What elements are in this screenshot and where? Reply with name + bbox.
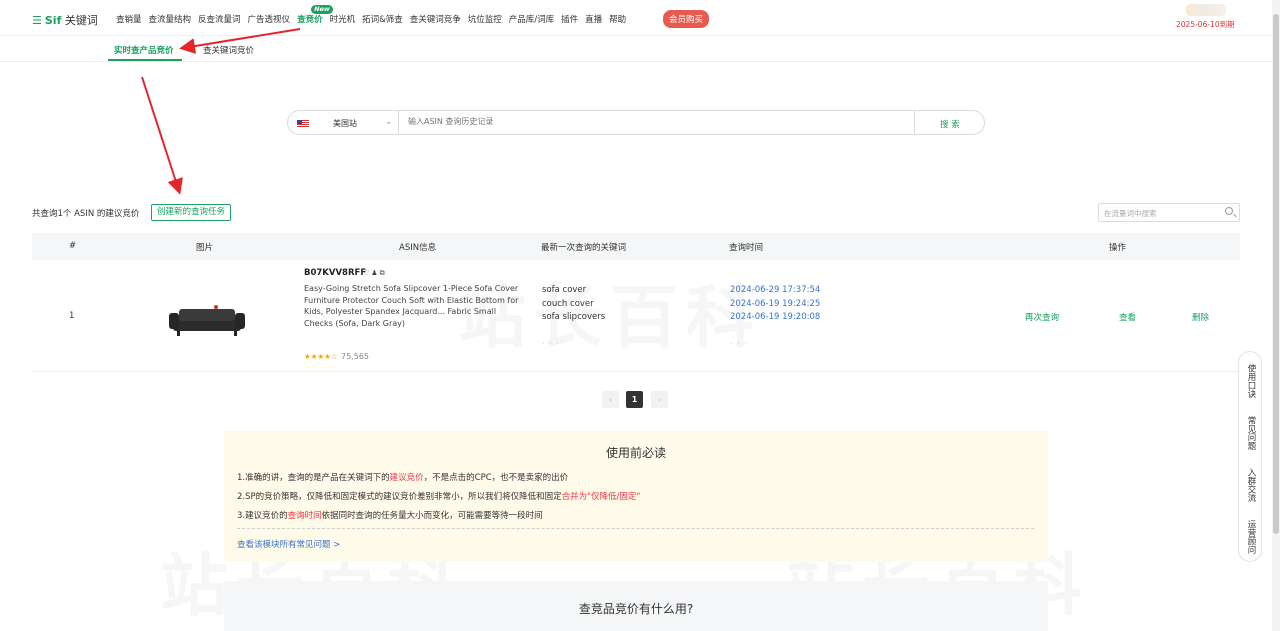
side-item-faq[interactable]: 常见问题 — [1244, 409, 1256, 457]
rating-count: 75,565 — [341, 352, 369, 361]
nav-item[interactable]: 时光机 — [330, 13, 356, 25]
more-indicator: · · · — [542, 339, 560, 348]
active-tab-indicator — [108, 59, 182, 61]
column-header: 图片 — [196, 243, 214, 253]
prev-page-button[interactable]: ‹ — [602, 391, 619, 408]
nav-item[interactable]: 广告透视仪 — [248, 13, 291, 25]
nav-item[interactable]: 反查流量词 — [198, 13, 241, 25]
nav-menu: 查销量 查流量结构 反查流量词 广告透视仪 查竞价 New 时光机 拓词&筛查 查… — [116, 5, 633, 25]
usage-notice: 使用前必读 1.准确的讲，查询的是产品在关键词下的建议竞价，不是点击的CPC，也… — [224, 431, 1048, 562]
query-time[interactable]: 2024-06-19 19:24:25 — [730, 298, 820, 312]
side-item-tips[interactable]: 使用口诀 — [1244, 357, 1256, 405]
user-icon[interactable]: ♟ — [371, 269, 379, 277]
page-number[interactable]: 1 — [626, 391, 643, 408]
create-query-task-button[interactable]: 创建新的查询任务 — [151, 204, 232, 221]
column-header: # — [69, 241, 77, 251]
asin-input[interactable] — [408, 117, 888, 126]
product-image[interactable] — [169, 301, 245, 337]
requery-button[interactable]: 再次查询 — [1025, 311, 1059, 323]
nav-item[interactable]: 帮助 — [609, 13, 626, 25]
logo[interactable]: ☰ Sif 关键词 — [32, 12, 98, 28]
star-rating: ★★★★☆ — [304, 352, 338, 361]
column-header: 查询时间 — [729, 243, 764, 253]
more-indicator: · · · — [730, 339, 748, 348]
next-page-button[interactable]: › — [651, 391, 668, 408]
side-item-join-group[interactable]: 入群交流 — [1244, 461, 1256, 509]
keyword-item: sofa slipcovers — [542, 312, 606, 322]
keyword-search-input[interactable]: 在流量词中搜索 — [1098, 203, 1240, 222]
expire-date: 2025-06-10到期 — [1176, 20, 1235, 29]
nav-item[interactable]: 查销量 — [116, 13, 142, 25]
notice-line: 3.建议竞价的查询时间依据同时查询的任务量大小而变化，可能需要等待一段时间 — [237, 511, 543, 521]
query-time[interactable]: 2024-06-19 19:20:08 — [730, 311, 820, 325]
product-title[interactable]: Easy-Going Stretch Sofa Slipcover 1-Piec… — [304, 283, 522, 329]
user-avatar[interactable] — [1186, 4, 1226, 16]
keyword-item: sofa cover — [542, 285, 587, 295]
us-flag-icon — [297, 120, 309, 128]
table-row: 1 B07KVV8RFF ♡♟⧉ Easy-Going Stretch Sofa… — [32, 261, 1240, 372]
nav-item[interactable]: 插件 — [561, 13, 578, 25]
view-button[interactable]: 查看 — [1119, 311, 1136, 323]
nav-item[interactable]: 坑位监控 — [468, 13, 502, 25]
top-navbar: ☰ Sif 关键词 查销量 查流量结构 反查流量词 广告透视仪 查竞价 New 时光… — [0, 0, 1272, 36]
result-count: 共查询1个 ASIN 的建议竞价 — [32, 209, 140, 219]
divider — [237, 528, 1034, 529]
row-index: 1 — [69, 311, 75, 321]
nav-item[interactable]: 产品库/词库 — [509, 13, 554, 25]
search-button[interactable]: 搜 索 — [940, 118, 960, 130]
side-item-consultant[interactable]: 运营顾问 — [1244, 513, 1256, 561]
column-header: 操作 — [1109, 243, 1127, 253]
vip-purchase-button[interactable]: 会员购买 — [663, 10, 710, 28]
notice-line: 2.SP的竞价策略，仅降低和固定模式的建议竞价差别非常小，所以我们将仅降低和固定… — [237, 492, 641, 502]
scrollbar[interactable] — [1272, 0, 1280, 631]
sub-tabs: 实时查产品竞价 查关键词竞价 — [0, 36, 1272, 62]
divider — [398, 111, 399, 134]
copy-icon[interactable]: ⧉ — [380, 269, 387, 277]
chevron-down-icon[interactable]: ⌄ — [385, 117, 393, 127]
tab-realtime-product-bid[interactable]: 实时查产品竞价 — [114, 44, 174, 56]
faq-link[interactable]: 查看该模块所有常见问题 > — [237, 538, 340, 550]
annotation-arrow — [141, 76, 183, 195]
side-panel: 使用口诀 常见问题 入群交流 运营顾问 — [1238, 351, 1262, 562]
asin-code[interactable]: B07KVV8RFF — [304, 268, 366, 278]
column-header: ASIN信息 — [399, 243, 437, 253]
table-header: # 图片 ASIN信息 最新一次查询的关键词 查询时间 操作 — [32, 233, 1240, 260]
faq-title: 查竞品竞价有什么用? — [578, 602, 694, 616]
query-time-list: 2024-06-29 17:37:54 2024-06-19 19:24:25 … — [730, 284, 820, 325]
column-header: 最新一次查询的关键词 — [541, 243, 627, 253]
divider — [914, 111, 915, 134]
site-select[interactable]: 美国站 — [333, 118, 357, 129]
keyword-list: sofa cover couch cover sofa slipcovers — [542, 284, 605, 325]
query-time[interactable]: 2024-06-29 17:37:54 — [730, 284, 820, 298]
scrollbar-thumb[interactable] — [1273, 14, 1279, 534]
menu-icon: ☰ — [32, 14, 42, 27]
asin-action-icons[interactable]: ♡♟⧉ — [363, 269, 387, 278]
nav-item[interactable]: 查流量结构 — [149, 13, 192, 25]
nav-item-bid-query[interactable]: 查竞价 New — [297, 5, 333, 25]
nav-item[interactable]: 直播 — [585, 13, 602, 25]
faq-section: 查竞品竞价有什么用? — [224, 581, 1048, 631]
keyword-item: couch cover — [542, 298, 594, 309]
search-icon[interactable] — [1225, 207, 1233, 215]
asin-search-box: 美国站 ⌄ 搜 索 — [287, 110, 985, 135]
notice-line: 1.准确的讲，查询的是产品在关键词下的建议竞价，不是点击的CPC，也不是卖家的出… — [237, 473, 569, 483]
tab-keyword-bid[interactable]: 查关键词竞价 — [203, 44, 254, 56]
notice-title: 使用前必读 — [605, 446, 666, 460]
nav-item[interactable]: 拓词&筛查 — [362, 13, 403, 25]
nav-item[interactable]: 查关键词竞争 — [410, 13, 461, 25]
delete-button[interactable]: 删除 — [1192, 311, 1209, 323]
